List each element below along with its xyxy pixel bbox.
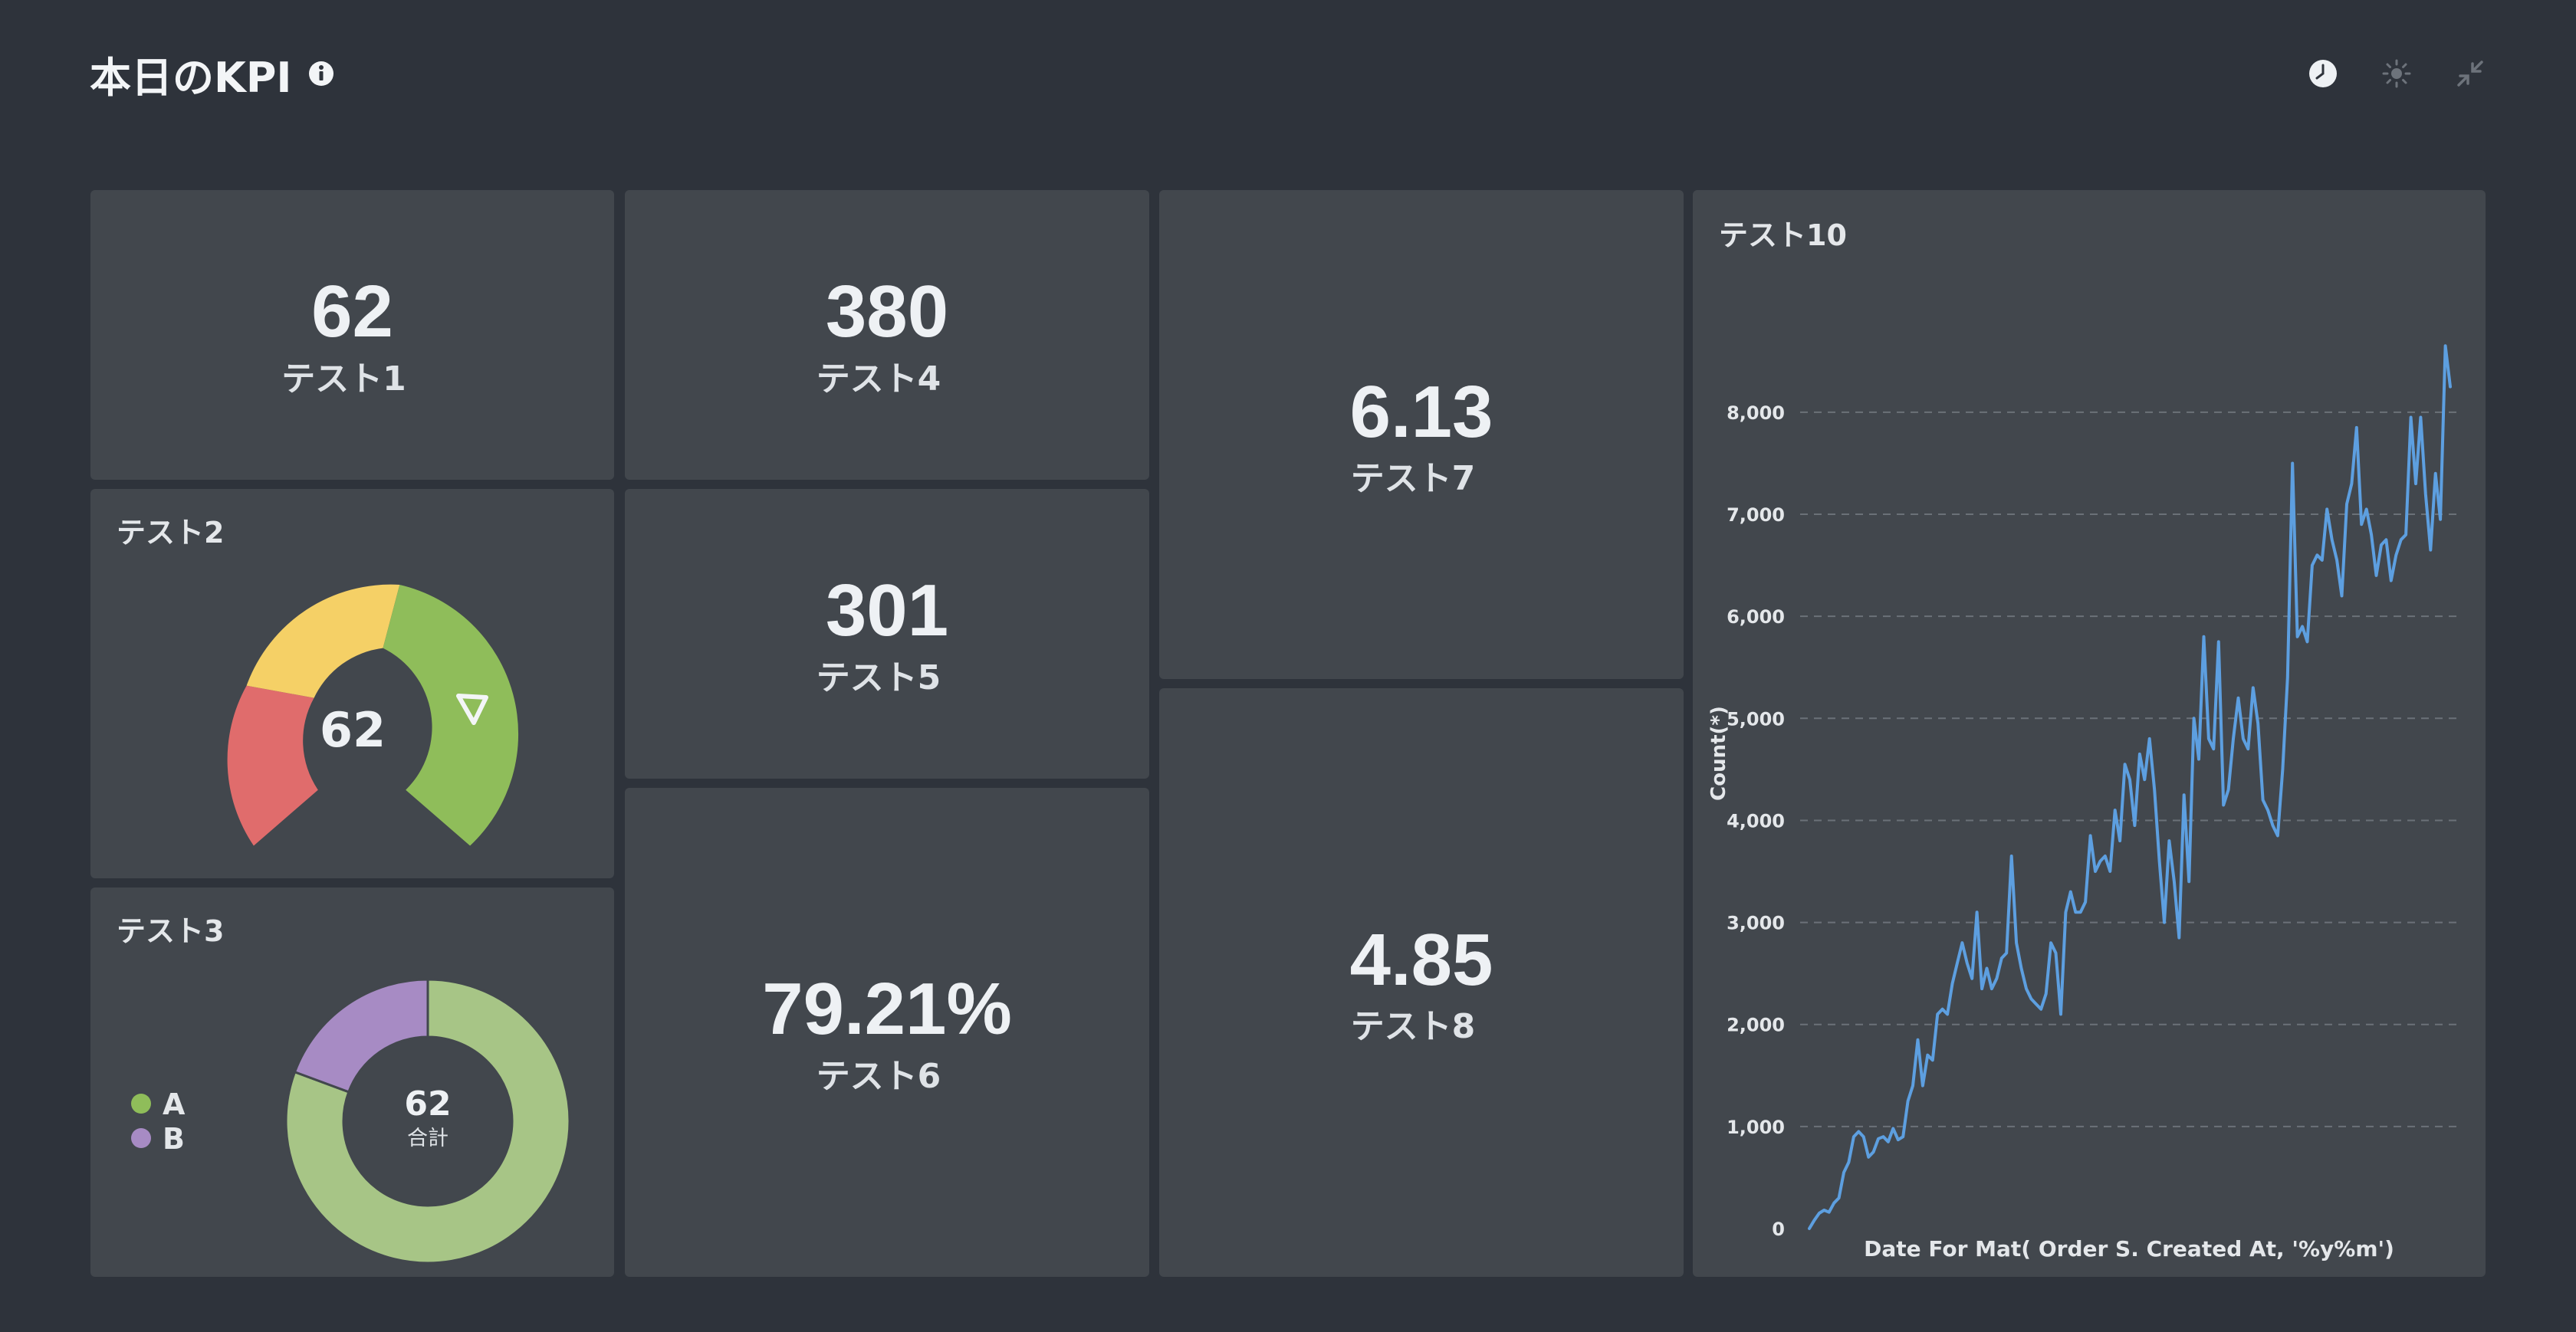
x-axis-label: Date For Mat( Order S. Created At, '%y%m… [1864,1236,2394,1261]
y-tick-label: 8,000 [1727,402,1785,424]
page-title: 本日のKPI [90,53,292,102]
gauge-segment-yellow [246,584,400,698]
collapse-icon[interactable] [2455,58,2486,89]
kpi-card-test6[interactable]: 79.21% テスト6 [625,788,1149,1277]
y-tick-label: 1,000 [1727,1117,1785,1138]
kpi-value: 79.21% [762,968,1012,1050]
brightness-icon[interactable] [2381,58,2412,89]
donut-slice-b[interactable] [293,978,429,1094]
kpi-value: 301 [825,569,949,651]
line-chart: 0 1,000 2,000 3,000 4,000 5,000 6,000 7,000 8,00… [1707,344,2459,1261]
series-line [1808,344,2452,1230]
kpi-card-test5[interactable]: 301 テスト5 [625,489,1149,779]
donut-center-value: 62 [404,1084,451,1124]
kpi-label: テスト1 [281,359,406,399]
kpi-card-test7[interactable]: 6.13 テスト7 [1159,190,1684,679]
donut-center-label: 合計 [407,1127,449,1150]
kpi-value: 62 [311,271,393,353]
kpi-card-test4[interactable]: 380 テスト4 [625,190,1149,480]
gauge-segment-green [383,585,519,846]
kpi-label: テスト8 [1350,1007,1476,1046]
gauge-segment-red [227,685,318,846]
kpi-card-test1[interactable]: 62 テスト1 [90,190,614,480]
legend-label-b: B [163,1122,185,1156]
legend-swatch-a [131,1094,151,1114]
y-tick-label: 3,000 [1727,913,1785,934]
kpi-label: テスト4 [816,359,941,399]
donut-chart: A B 62 合計 [131,978,571,1265]
legend-label-a: A [163,1088,186,1121]
gauge-chart: 62 [227,584,519,846]
clock-icon[interactable] [2308,58,2338,89]
y-tick-label: 4,000 [1727,810,1785,832]
y-tick-label: 5,000 [1727,708,1785,730]
kpi-value: 4.85 [1349,919,1493,1001]
donut-card-test3[interactable]: テスト3 A B 62 合計 [90,887,614,1277]
kpi-value: 6.13 [1349,371,1493,453]
kpi-label: テスト6 [816,1057,941,1096]
kpi-value: 380 [825,271,949,353]
y-tick-label: 6,000 [1727,606,1785,628]
kpi-card-test8[interactable]: 4.85 テスト8 [1159,688,1684,1277]
dashboard-title-bar: 本日のKPI [90,43,335,104]
line-chart-card-test10[interactable]: テスト10 0 1,000 2,000 3,000 4,000 5,000 6,000 7,0… [1693,190,2486,1277]
y-axis-label: Count(*) [1707,706,1730,801]
kpi-label: テスト5 [816,658,941,697]
y-tick-label: 7,000 [1727,504,1785,526]
info-icon[interactable] [307,60,335,87]
gauge-card-test2[interactable]: テスト2 62 [90,489,614,878]
legend-swatch-b [131,1128,151,1148]
kpi-label: テスト7 [1350,459,1476,498]
gauge-value: 62 [320,702,386,758]
dashboard-toolbar [2308,58,2486,89]
y-tick-label: 2,000 [1727,1015,1785,1036]
y-tick-label: 0 [1772,1219,1785,1240]
